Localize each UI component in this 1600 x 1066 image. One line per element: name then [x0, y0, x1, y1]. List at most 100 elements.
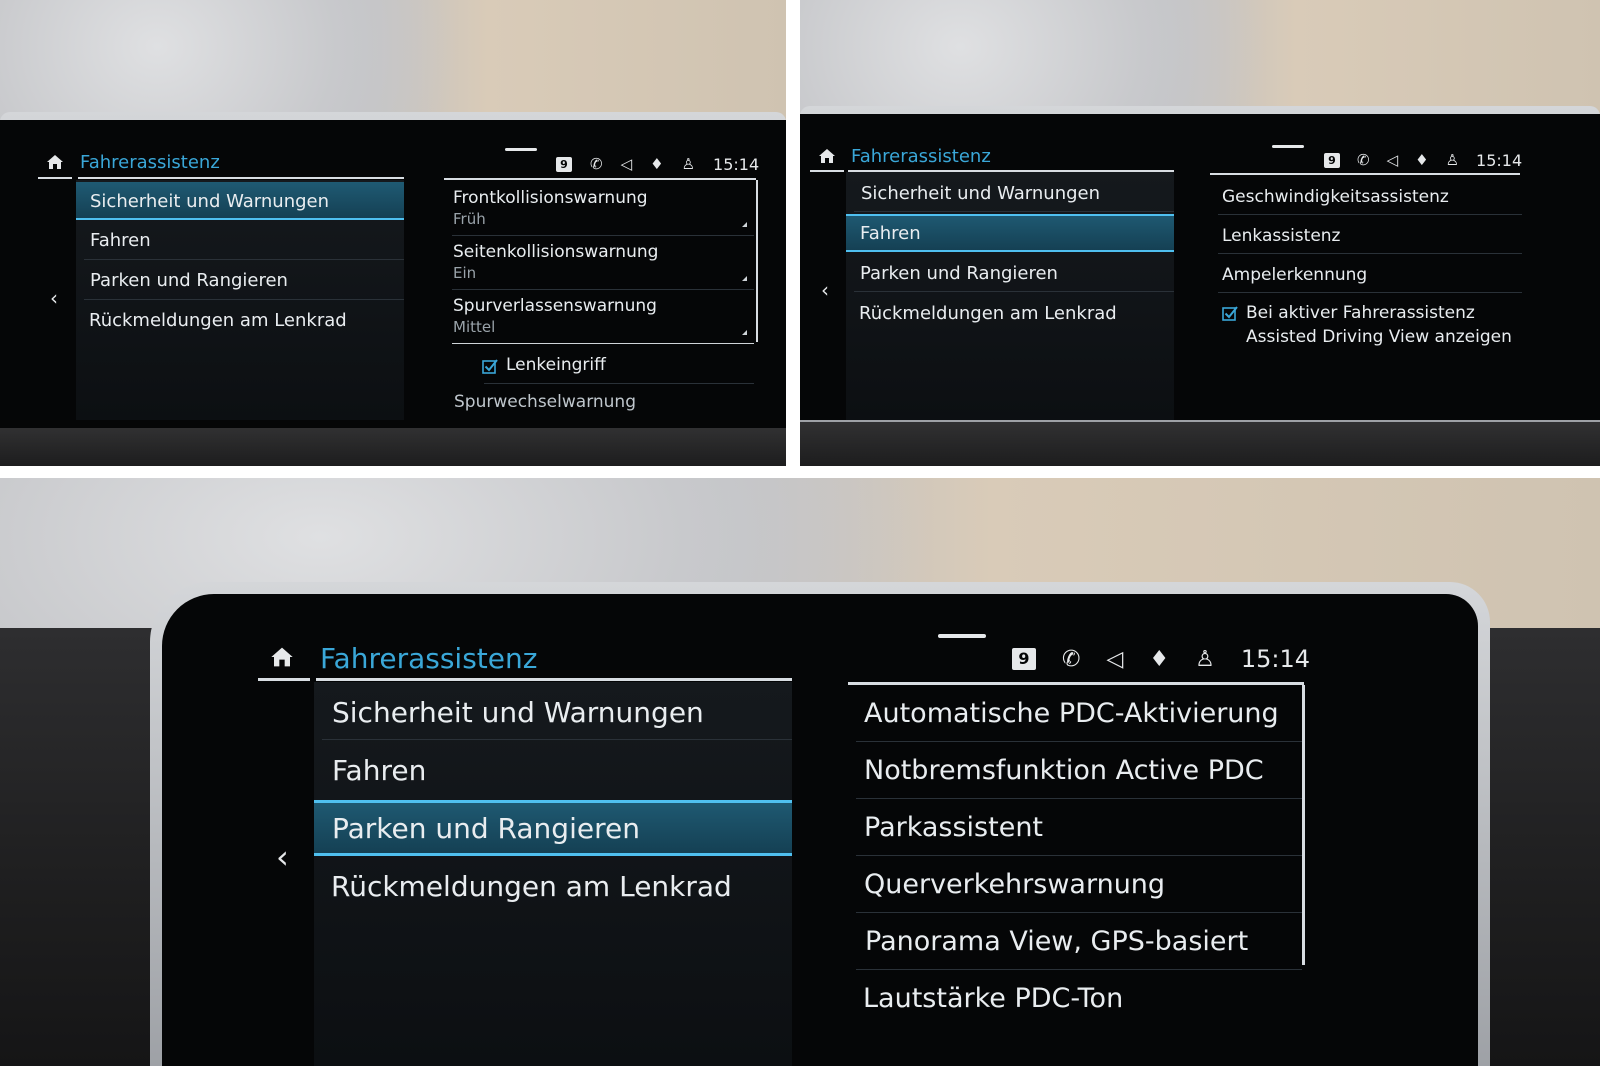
submenu-indicator — [742, 276, 747, 281]
divider — [854, 291, 1174, 292]
options-panel: Geschwindigkeitsassistenz Lenkassistenz … — [1210, 173, 1522, 413]
menu-item-rueckmeldungen[interactable]: Rückmeldungen am Lenkrad — [314, 858, 792, 914]
option-spurverlassen[interactable]: Spurverlassenswarnung Mittel — [444, 292, 762, 344]
selection-bar — [76, 218, 404, 220]
checkbox-icon[interactable] — [482, 358, 498, 374]
home-underline — [810, 170, 844, 172]
menu-panel: Sicherheit und Warnungen Fahren Parken u… — [76, 180, 404, 420]
divider — [854, 211, 1174, 212]
back-chevron-icon[interactable]: ‹ — [50, 286, 58, 310]
phone-icon: ✆ — [1357, 151, 1370, 169]
menu-item-rueckmeldungen[interactable]: Rückmeldungen am Lenkrad — [846, 294, 1174, 332]
divider — [856, 855, 1302, 856]
message-badge: 9 — [556, 156, 572, 172]
menu-item-label: Parken und Rangieren — [90, 270, 288, 291]
option-seitenkollision[interactable]: Seitenkollisionswarnung Ein — [444, 238, 762, 290]
photo-bottom: Fahrerassistenz 9 ✆ ◁ ♦ ♙ 15:14 ‹ Sicher… — [0, 478, 1600, 1066]
title-underline — [316, 678, 792, 681]
home-icon[interactable] — [270, 646, 294, 668]
home-icon[interactable] — [46, 154, 64, 170]
menu-item-label: Rückmeldungen am Lenkrad — [331, 870, 732, 903]
option-spurwechsel[interactable]: Spurwechselwarnung — [444, 386, 762, 422]
microphone-icon: ♦ — [1415, 151, 1429, 169]
phone-icon: ✆ — [590, 155, 603, 173]
divider — [1218, 214, 1522, 215]
idrive-screen: Fahrerassistenz 9 ✆ ◁ ♦ ♙ 15:14 ‹ Sicher… — [0, 120, 786, 428]
option-label: Geschwindigkeitsassistenz — [1222, 187, 1449, 207]
option-pdc-aktivierung[interactable]: Automatische PDC-Aktivierung — [848, 686, 1318, 742]
selection-bar — [846, 250, 1174, 252]
home-underline — [38, 177, 72, 179]
menu-panel: Sicherheit und Warnungen Fahren Parken u… — [846, 172, 1174, 420]
page-title: Fahrerassistenz — [851, 146, 991, 167]
divider — [856, 798, 1302, 799]
clock: 15:14 — [1240, 645, 1310, 673]
option-label: Automatische PDC-Aktivierung — [864, 698, 1279, 729]
selection-bar — [846, 214, 1174, 216]
profile-icon: ♙ — [1445, 151, 1460, 169]
menu-item-label: Rückmeldungen am Lenkrad — [859, 303, 1117, 324]
checkbox-icon[interactable] — [1222, 305, 1238, 321]
divider — [452, 235, 754, 236]
option-label: Panorama View, GPS-basiert — [865, 926, 1249, 957]
home-icon[interactable] — [818, 148, 836, 164]
menu-item-label: Fahren — [90, 230, 151, 251]
option-label: Parkassistent — [864, 812, 1044, 843]
home-underline — [258, 678, 310, 681]
option-value: Ein — [453, 264, 477, 282]
menu-item-sicherheit[interactable]: Sicherheit und Warnungen — [314, 684, 792, 740]
option-ampelerkennung[interactable]: Ampelerkennung — [1210, 255, 1522, 293]
profile-icon: ♙ — [1195, 646, 1215, 672]
menu-item-parken[interactable]: Parken und Rangieren — [76, 261, 404, 300]
option-lautstaerke[interactable]: Lautstärke PDC-Ton — [848, 971, 1318, 1027]
menu-item-fahren[interactable]: Fahren — [846, 214, 1174, 252]
divider — [452, 343, 754, 344]
divider — [1218, 292, 1522, 293]
checkbox-label: Lenkeingriff — [506, 355, 606, 375]
menu-item-label: Parken und Rangieren — [332, 812, 640, 845]
clock: 15:14 — [1476, 150, 1523, 170]
back-chevron-icon[interactable]: ‹ — [276, 838, 289, 876]
option-label: Seitenkollisionswarnung — [453, 242, 659, 262]
menu-item-fahren[interactable]: Fahren — [314, 742, 792, 798]
menu-item-rueckmeldungen[interactable]: Rückmeldungen am Lenkrad — [76, 301, 404, 340]
status-bar: 9 ✆ ◁ ♦ ♙ 15:14 — [1012, 644, 1310, 674]
photo-top-left: Fahrerassistenz 9 ✆ ◁ ♦ ♙ 15:14 ‹ Sicher… — [0, 0, 786, 466]
menu-item-label: Sicherheit und Warnungen — [90, 191, 330, 212]
photo-top-right: Fahrerassistenz 9 ✆ ◁ ♦ ♙ 15:14 ‹ Sicher… — [800, 0, 1600, 466]
option-frontkollision[interactable]: Frontkollisionswarnung Früh — [444, 184, 762, 236]
divider — [84, 299, 404, 300]
option-querverkehr[interactable]: Querverkehrswarnung — [848, 857, 1318, 913]
divider — [856, 969, 1302, 970]
option-geschwindigkeit[interactable]: Geschwindigkeitsassistenz — [1210, 177, 1522, 215]
menu-item-parken[interactable]: Parken und Rangieren — [314, 800, 792, 856]
selection-bar — [314, 853, 792, 856]
menu-item-fahren[interactable]: Fahren — [76, 221, 404, 260]
microphone-icon: ♦ — [1149, 646, 1170, 672]
option-parkassistent[interactable]: Parkassistent — [848, 800, 1318, 856]
option-notbremsfunktion[interactable]: Notbremsfunktion Active PDC — [848, 743, 1318, 799]
option-lenkeingriff[interactable]: Lenkeingriff — [444, 346, 762, 384]
back-chevron-icon[interactable]: ‹ — [821, 278, 829, 302]
speaker-icon: ◁ — [1386, 151, 1399, 169]
option-label: Notbremsfunktion Active PDC — [864, 755, 1264, 786]
option-assisted-view[interactable]: Bei aktiver Fahrerassistenz Assisted Dri… — [1210, 295, 1522, 351]
menu-item-sicherheit[interactable]: Sicherheit und Warnungen — [76, 182, 404, 220]
divider — [84, 259, 404, 260]
option-panorama-view[interactable]: Panorama View, GPS-basiert — [848, 914, 1318, 970]
menu-item-parken[interactable]: Parken und Rangieren — [846, 254, 1174, 292]
microphone-icon: ♦ — [650, 155, 664, 173]
divider — [484, 383, 754, 384]
speaker-icon: ◁ — [1106, 646, 1124, 672]
options-panel: Automatische PDC-Aktivierung Notbremsfun… — [848, 682, 1318, 1066]
divider — [1218, 253, 1522, 254]
checkbox-label-line2: Assisted Driving View anzeigen — [1246, 327, 1512, 347]
menu-item-label: Fahren — [332, 754, 427, 787]
menu-item-sicherheit[interactable]: Sicherheit und Warnungen — [846, 174, 1174, 212]
option-label: Lenkassistenz — [1222, 226, 1341, 246]
menu-item-label: Fahren — [860, 223, 921, 244]
idrive-screen: Fahrerassistenz 9 ✆ ◁ ♦ ♙ 15:14 ‹ Sicher… — [800, 114, 1600, 420]
option-label: Frontkollisionswarnung — [453, 188, 648, 208]
screen-notch — [938, 634, 986, 638]
option-lenkassistenz[interactable]: Lenkassistenz — [1210, 216, 1522, 254]
